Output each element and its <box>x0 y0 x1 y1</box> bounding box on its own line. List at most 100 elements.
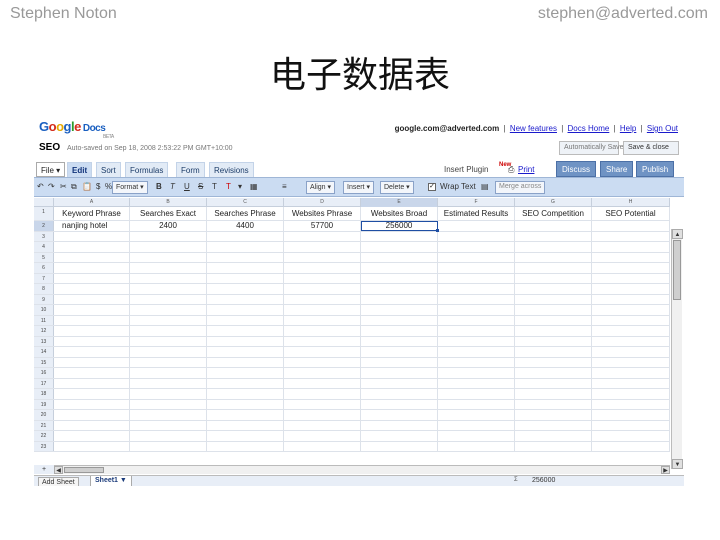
empty-cell[interactable] <box>361 263 438 273</box>
data-cell[interactable]: 2400 <box>130 221 207 231</box>
empty-cell[interactable] <box>284 315 361 325</box>
empty-cell[interactable] <box>207 242 284 252</box>
empty-cell[interactable] <box>438 357 515 367</box>
empty-cell[interactable] <box>515 273 592 283</box>
empty-cell[interactable] <box>592 420 670 430</box>
empty-cell[interactable] <box>207 305 284 315</box>
tab-revisions[interactable]: Revisions <box>209 162 254 177</box>
header-cell[interactable]: Estimated Results <box>438 207 515 220</box>
borders-icon[interactable]: ▦ <box>250 182 258 191</box>
empty-cell[interactable] <box>207 441 284 451</box>
print-link[interactable]: Print <box>518 165 534 174</box>
row-number[interactable]: 13 <box>34 336 54 346</box>
empty-cell[interactable] <box>130 368 207 378</box>
empty-cell[interactable] <box>438 389 515 399</box>
column-header-h[interactable]: H <box>592 198 670 207</box>
row-number[interactable]: 12 <box>34 326 54 336</box>
empty-cell[interactable] <box>207 252 284 262</box>
empty-cell[interactable] <box>361 378 438 388</box>
empty-cell[interactable] <box>438 431 515 441</box>
autosave-button[interactable]: Automatically Saved <box>559 141 627 155</box>
empty-cell[interactable] <box>361 326 438 336</box>
row-number[interactable]: 2 <box>34 221 54 231</box>
row-number[interactable]: 17 <box>34 378 54 388</box>
save-close-button[interactable]: Save & close <box>623 141 679 155</box>
empty-cell[interactable] <box>592 441 670 451</box>
merge-across-button[interactable]: Merge across <box>495 181 546 194</box>
empty-cell[interactable] <box>438 263 515 273</box>
empty-cell[interactable] <box>515 347 592 357</box>
empty-cell[interactable] <box>592 252 670 262</box>
empty-cell[interactable] <box>438 294 515 304</box>
header-cell[interactable]: SEO Competition <box>515 207 592 220</box>
empty-cell[interactable] <box>54 389 130 399</box>
empty-cell[interactable] <box>592 357 670 367</box>
header-cell[interactable]: Websites Phrase <box>284 207 361 220</box>
empty-cell[interactable] <box>361 368 438 378</box>
row-number[interactable]: 9 <box>34 294 54 304</box>
empty-cell[interactable] <box>54 242 130 252</box>
header-cell[interactable]: Websites Broad <box>361 207 438 220</box>
empty-cell[interactable] <box>284 431 361 441</box>
empty-cell[interactable] <box>361 294 438 304</box>
empty-cell[interactable] <box>207 284 284 294</box>
horizontal-scroll-thumb[interactable] <box>64 467 104 473</box>
publish-button[interactable]: Publish <box>636 161 675 177</box>
empty-cell[interactable] <box>130 252 207 262</box>
selected-cell[interactable]: 256000 <box>361 221 438 231</box>
header-cell[interactable]: SEO Potential <box>592 207 670 220</box>
vertical-scroll-thumb[interactable] <box>673 240 681 300</box>
empty-cell[interactable] <box>438 441 515 451</box>
row-number[interactable]: 3 <box>34 231 54 241</box>
empty-cell[interactable] <box>54 284 130 294</box>
empty-cell[interactable] <box>361 336 438 346</box>
tab-file[interactable]: File ▾ <box>36 162 66 177</box>
data-cell[interactable] <box>515 221 592 231</box>
discuss-button[interactable]: Discuss <box>556 161 597 177</box>
empty-cell[interactable] <box>54 357 130 367</box>
empty-cell[interactable] <box>207 273 284 283</box>
empty-cell[interactable] <box>130 410 207 420</box>
column-header-g[interactable]: G <box>515 198 592 207</box>
empty-cell[interactable] <box>515 294 592 304</box>
empty-cell[interactable] <box>592 273 670 283</box>
empty-cell[interactable] <box>284 294 361 304</box>
empty-cell[interactable] <box>130 263 207 273</box>
empty-cell[interactable] <box>130 431 207 441</box>
empty-cell[interactable] <box>284 357 361 367</box>
empty-cell[interactable] <box>438 315 515 325</box>
empty-cell[interactable] <box>592 347 670 357</box>
delete-dropdown[interactable]: Delete ▾ <box>380 181 414 194</box>
row-number[interactable]: 23 <box>34 441 54 451</box>
data-cell[interactable] <box>438 221 515 231</box>
empty-cell[interactable] <box>207 347 284 357</box>
empty-cell[interactable] <box>54 431 130 441</box>
empty-cell[interactable] <box>284 389 361 399</box>
sheet-tab-sheet1[interactable]: Sheet1 ▼ <box>90 476 132 486</box>
empty-cell[interactable] <box>438 336 515 346</box>
scroll-right-icon[interactable]: ▶ <box>661 466 670 474</box>
empty-cell[interactable] <box>54 326 130 336</box>
empty-cell[interactable] <box>130 294 207 304</box>
empty-cell[interactable] <box>592 294 670 304</box>
font-size-button[interactable]: T <box>212 182 217 191</box>
add-sheet-button[interactable]: Add Sheet <box>38 477 79 486</box>
new-features-link[interactable]: New features <box>510 124 557 133</box>
empty-cell[interactable] <box>438 231 515 241</box>
column-header-c[interactable]: C <box>207 198 284 207</box>
empty-cell[interactable] <box>592 305 670 315</box>
empty-cell[interactable] <box>284 410 361 420</box>
row-number[interactable]: 6 <box>34 263 54 273</box>
sign-out-link[interactable]: Sign Out <box>647 124 678 133</box>
empty-cell[interactable] <box>130 420 207 430</box>
empty-cell[interactable] <box>284 284 361 294</box>
empty-cell[interactable] <box>515 252 592 262</box>
empty-cell[interactable] <box>361 284 438 294</box>
empty-cell[interactable] <box>515 336 592 346</box>
empty-cell[interactable] <box>592 378 670 388</box>
empty-cell[interactable] <box>130 305 207 315</box>
empty-cell[interactable] <box>438 284 515 294</box>
empty-cell[interactable] <box>361 231 438 241</box>
italic-button[interactable]: T <box>170 182 175 191</box>
empty-cell[interactable] <box>54 399 130 409</box>
